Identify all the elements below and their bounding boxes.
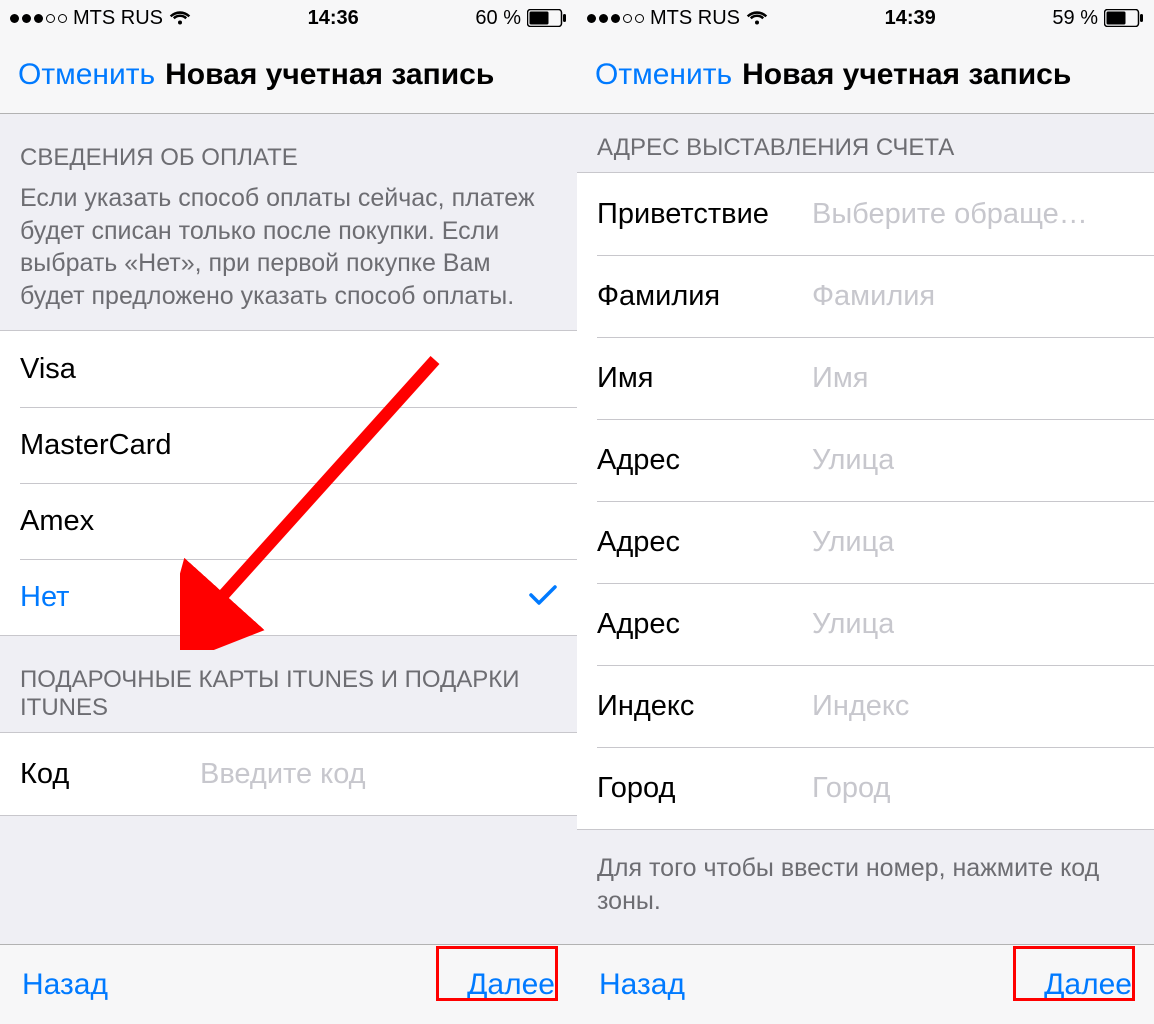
field-placeholder: Индекс xyxy=(812,690,909,723)
bottom-toolbar: Назад Далее xyxy=(577,944,1154,1024)
field-placeholder: Улица xyxy=(812,526,894,559)
gift-code-placeholder: Введите код xyxy=(200,758,366,791)
payment-option-label: Нет xyxy=(20,581,69,614)
payment-option-visa[interactable]: Visa xyxy=(0,331,577,407)
field-placeholder: Фамилия xyxy=(812,280,935,313)
address-field-1[interactable]: Адрес Улица xyxy=(577,419,1154,501)
nav-bar: Отменить Новая учетная запись xyxy=(0,36,577,114)
address-field-3[interactable]: Адрес Улица xyxy=(577,583,1154,665)
address-field-2[interactable]: Адрес Улица xyxy=(577,501,1154,583)
field-label: Адрес xyxy=(597,608,812,641)
salutation-field[interactable]: Приветствие Выберите обраще… xyxy=(577,173,1154,255)
cancel-button[interactable]: Отменить xyxy=(18,58,155,92)
signal-strength-icon xyxy=(587,14,644,23)
field-label: Фамилия xyxy=(597,280,812,313)
next-button[interactable]: Далее xyxy=(1044,968,1132,1002)
status-bar: MTS RUS 14:36 60 % xyxy=(0,0,577,36)
field-placeholder: Имя xyxy=(812,362,869,395)
payment-option-label: Visa xyxy=(20,353,76,386)
field-label: Имя xyxy=(597,362,812,395)
payment-option-amex[interactable]: Amex xyxy=(0,483,577,559)
last-name-field[interactable]: Фамилия Фамилия xyxy=(577,255,1154,337)
gift-code-label: Код xyxy=(20,758,200,791)
checkmark-icon xyxy=(529,581,557,614)
clock: 14:39 xyxy=(885,7,936,30)
field-placeholder: Улица xyxy=(812,608,894,641)
field-label: Приветствие xyxy=(597,198,812,231)
payment-option-label: Amex xyxy=(20,505,94,538)
postcode-field[interactable]: Индекс Индекс xyxy=(577,665,1154,747)
page-title: Новая учетная запись xyxy=(165,58,494,92)
gift-code-field[interactable]: Код Введите код xyxy=(0,733,577,815)
field-label: Город xyxy=(597,772,812,805)
payment-section-header: СВЕДЕНИЯ ОБ ОПЛАТЕ xyxy=(0,114,577,182)
field-placeholder: Улица xyxy=(812,444,894,477)
field-placeholder: Выберите обраще… xyxy=(812,198,1088,231)
payment-option-label: MasterCard xyxy=(20,429,172,462)
bottom-toolbar: Назад Далее xyxy=(0,944,577,1024)
payment-section-description: Если указать способ оплаты сейчас, плате… xyxy=(0,182,577,330)
battery-percent: 60 % xyxy=(475,7,521,30)
battery-icon xyxy=(527,9,567,27)
billing-footer-note: Для того чтобы ввести номер, нажмите код… xyxy=(577,830,1154,927)
first-name-field[interactable]: Имя Имя xyxy=(577,337,1154,419)
field-label: Адрес xyxy=(597,526,812,559)
clock: 14:36 xyxy=(308,7,359,30)
billing-fields-list: Приветствие Выберите обраще… Фамилия Фам… xyxy=(577,172,1154,830)
battery-icon xyxy=(1104,9,1144,27)
next-button[interactable]: Далее xyxy=(467,968,555,1002)
wifi-icon xyxy=(746,10,768,26)
billing-section-header: АДРЕС ВЫСТАВЛЕНИЯ СЧЕТА xyxy=(577,114,1154,172)
signal-strength-icon xyxy=(10,14,67,23)
payment-option-none[interactable]: Нет xyxy=(0,559,577,635)
nav-bar: Отменить Новая учетная запись xyxy=(577,36,1154,114)
screen-billing: MTS RUS 14:39 59 % Отменить Новая учетна… xyxy=(577,0,1154,1024)
back-button[interactable]: Назад xyxy=(22,968,108,1002)
field-placeholder: Город xyxy=(812,772,890,805)
field-label: Индекс xyxy=(597,690,812,723)
gift-code-list: Код Введите код xyxy=(0,732,577,816)
carrier-label: MTS RUS xyxy=(73,7,163,30)
status-bar: MTS RUS 14:39 59 % xyxy=(577,0,1154,36)
payment-options-list: Visa MasterCard Amex Нет xyxy=(0,330,577,636)
payment-option-mastercard[interactable]: MasterCard xyxy=(0,407,577,483)
city-field[interactable]: Город Город xyxy=(577,747,1154,829)
cancel-button[interactable]: Отменить xyxy=(595,58,732,92)
page-title: Новая учетная запись xyxy=(742,58,1071,92)
gifts-section-header: ПОДАРОЧНЫЕ КАРТЫ ITUNES И ПОДАРКИ ITUNES xyxy=(0,636,577,732)
carrier-label: MTS RUS xyxy=(650,7,740,30)
screen-payment: MTS RUS 14:36 60 % Отменить Новая учетна… xyxy=(0,0,577,1024)
wifi-icon xyxy=(169,10,191,26)
battery-percent: 59 % xyxy=(1052,7,1098,30)
back-button[interactable]: Назад xyxy=(599,968,685,1002)
field-label: Адрес xyxy=(597,444,812,477)
